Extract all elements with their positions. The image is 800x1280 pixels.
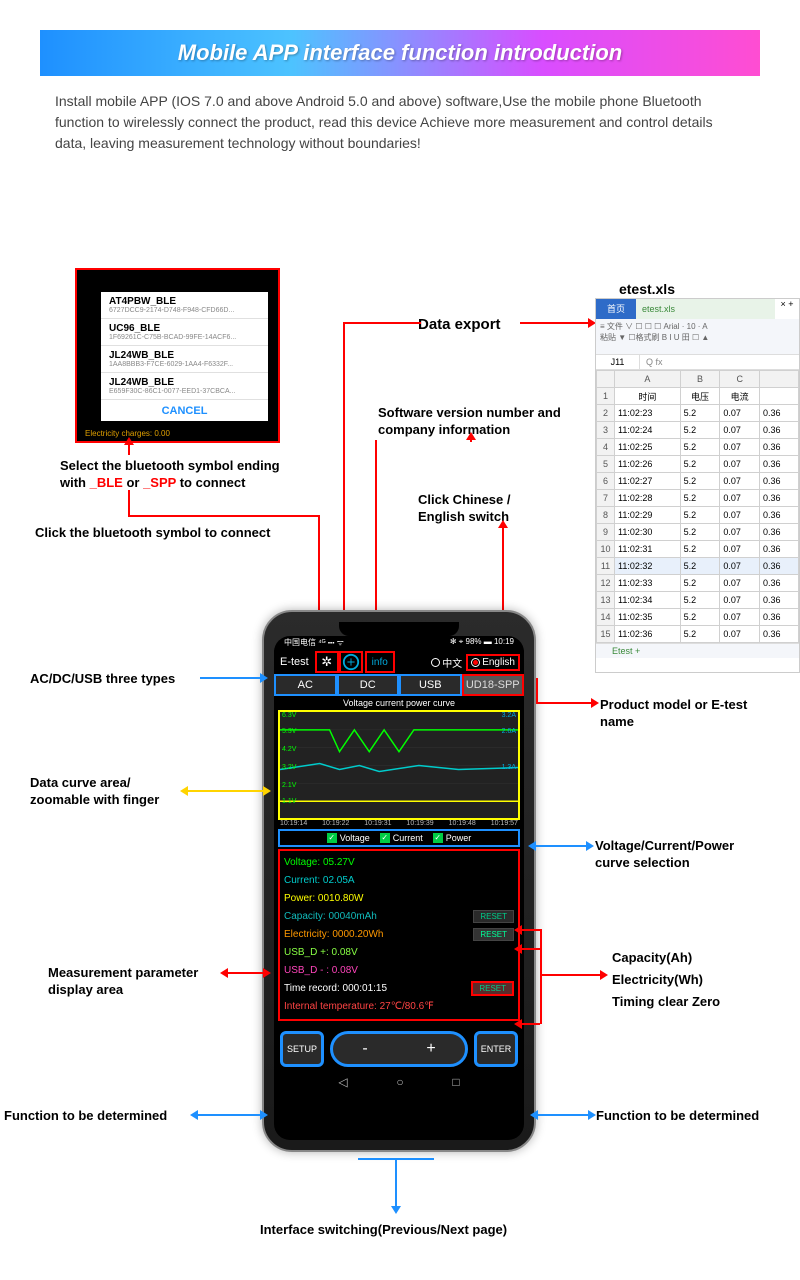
tab-usb[interactable]: USB: [399, 674, 462, 696]
arrow: [502, 528, 504, 530]
bt-device-row[interactable]: AT4PBW_BLE6727DCC9-2174-D748-F948-CFD66D…: [101, 292, 268, 319]
next-page[interactable]: +: [426, 1040, 435, 1058]
arrow: [188, 790, 190, 792]
arrow: [395, 1158, 397, 1206]
xls-filename: etest.xls: [619, 280, 675, 298]
iface-switch-label: Interface switching(Previous/Next page): [260, 1222, 507, 1239]
lang-cn[interactable]: 中文: [431, 654, 462, 671]
arrow: [128, 490, 130, 517]
product-model: UD18-SPP: [462, 674, 525, 696]
page-switcher[interactable]: - +: [330, 1031, 468, 1067]
chart-area[interactable]: 6.3V 5.3V 4.2V 3.2V 2.1V 1.1V 3.2A 2.6A …: [278, 710, 520, 820]
param-area-label: Measurement parameter display area: [48, 965, 228, 999]
banner-title: Mobile APP interface function introducti…: [178, 40, 622, 66]
phone-notch: [339, 622, 459, 636]
legend-power[interactable]: ✓Power: [433, 833, 472, 843]
tbd-left-label: Function to be determined: [4, 1108, 167, 1125]
android-nav: ◁ ○ □: [274, 1071, 524, 1091]
bt-select-label: Select the bluetooth symbol ending with …: [60, 458, 290, 492]
sheet-tab[interactable]: Etest +: [596, 643, 799, 658]
reset-electricity[interactable]: RESET: [473, 928, 514, 941]
arrow: [228, 972, 263, 974]
arrow: [522, 929, 540, 931]
bt-device-row[interactable]: JL24WB_BLEE659F30C-86C1-0077-EED1-37CBCA…: [101, 373, 268, 400]
close-icon[interactable]: × +: [775, 299, 799, 319]
bt-device-row[interactable]: UC96_BLE1F69261C-C75B-BCAD-99FE-14ACF6..…: [101, 319, 268, 346]
arrow: [538, 1114, 588, 1116]
export-icon[interactable]: [339, 651, 363, 673]
info-button[interactable]: info: [365, 651, 395, 673]
fx-icon: Q: [646, 357, 656, 367]
three-types-label: AC/DC/USB three types: [30, 671, 175, 688]
bt-device-row[interactable]: JL24WB_BLE1AA8BBB3-F7CE-6029-1AA4-F6332F…: [101, 346, 268, 373]
app-name: E-test: [274, 656, 315, 668]
arrow: [522, 948, 540, 950]
recent-icon[interactable]: □: [452, 1075, 459, 1089]
reset-time[interactable]: RESET: [471, 981, 514, 996]
tbd-right-label: Function to be determined: [596, 1108, 759, 1125]
arrow: [536, 678, 538, 704]
arrow: [128, 445, 130, 455]
page-banner: Mobile APP interface function introducti…: [40, 30, 760, 76]
legend-voltage[interactable]: ✓Voltage: [327, 833, 370, 843]
xls-toolbar[interactable]: ≡ 文件 ∨ ☐ ☐ ☐ Arial · 10 · A 粘贴 ▼ ☐格式刷 B …: [596, 319, 799, 355]
arrow: [536, 845, 586, 847]
setup-button[interactable]: SETUP: [280, 1031, 324, 1067]
curve-area-label: Data curve area/ zoomable with finger: [30, 775, 190, 809]
tab-ac[interactable]: AC: [274, 674, 337, 696]
enter-button[interactable]: ENTER: [474, 1031, 518, 1067]
arrow: [470, 440, 472, 442]
status-bar: 中国电信 ⁴ᴳ ⬝⬝⬝ ᯤ✻ ⌖ 98% ▬ 10:19: [274, 636, 524, 650]
chart-legend: ✓Voltage ✓Current ✓Power: [278, 829, 520, 847]
bluetooth-icon[interactable]: ✲: [315, 651, 339, 673]
tab-dc[interactable]: DC: [337, 674, 400, 696]
chart-title: Voltage current power curve: [274, 696, 524, 710]
prev-page[interactable]: -: [362, 1040, 367, 1058]
lang-en[interactable]: English: [466, 654, 520, 671]
capacity-label: Capacity(Ah): [612, 950, 692, 967]
arrow: [375, 440, 377, 633]
app-toolbar: E-test ✲ info 中文 English: [274, 650, 524, 674]
arrow: [358, 1158, 434, 1160]
arrow: [343, 322, 421, 324]
legend-current[interactable]: ✓Current: [380, 833, 423, 843]
timing-label: Timing clear Zero: [612, 994, 720, 1011]
arrow: [522, 1023, 540, 1025]
type-tabs: AC DC USB UD18-SPP: [274, 674, 524, 696]
cell-ref[interactable]: J11: [596, 355, 640, 369]
arrow: [540, 929, 542, 1024]
bt-connect-label: Click the bluetooth symbol to connect: [35, 525, 270, 542]
reset-capacity[interactable]: RESET: [473, 910, 514, 923]
arrow: [520, 322, 588, 324]
lang-switch-label: Click Chinese / English switch: [418, 492, 538, 526]
parameters-panel: Voltage: 05.27V Current: 02.05A Power: 0…: [278, 849, 520, 1021]
xls-grid[interactable]: ABC1时间电压电流211:02:235.20.070.36311:02:245…: [596, 370, 799, 643]
product-model-label: Product model or E-test name: [600, 697, 750, 731]
arrow: [228, 972, 230, 974]
bluetooth-dialog-screenshot: AT4PBW_BLE6727DCC9-2174-D748-F948-CFD66D…: [75, 268, 280, 443]
arrow: [198, 1114, 200, 1116]
arrow: [536, 845, 538, 847]
back-icon[interactable]: ◁: [338, 1075, 347, 1089]
spreadsheet: 首页 etest.xls × + ≡ 文件 ∨ ☐ ☐ ☐ Arial · 10…: [595, 298, 800, 673]
electricity-label: Electricity(Wh): [612, 972, 703, 989]
arrow: [198, 1114, 260, 1116]
xls-tab-file[interactable]: etest.xls: [636, 299, 775, 319]
bottom-button-row: SETUP - + ENTER: [274, 1023, 524, 1071]
xls-tab-home[interactable]: 首页: [596, 299, 636, 319]
arrow: [540, 974, 600, 976]
arrow: [343, 322, 345, 632]
home-icon[interactable]: ○: [396, 1075, 403, 1089]
curve-selection-label: Voltage/Current/Power curve selection: [595, 838, 765, 872]
data-export-label: Data export: [418, 315, 501, 335]
phone-mockup: 中国电信 ⁴ᴳ ⬝⬝⬝ ᯤ✻ ⌖ 98% ▬ 10:19 E-test ✲ in…: [262, 610, 536, 1152]
arrow: [200, 677, 260, 679]
bt-cancel-button[interactable]: CANCEL: [101, 400, 268, 422]
arrow: [188, 790, 263, 792]
arrow: [128, 515, 318, 517]
intro-paragraph: Install mobile APP (IOS 7.0 and above An…: [55, 91, 745, 154]
arrow: [536, 702, 591, 704]
